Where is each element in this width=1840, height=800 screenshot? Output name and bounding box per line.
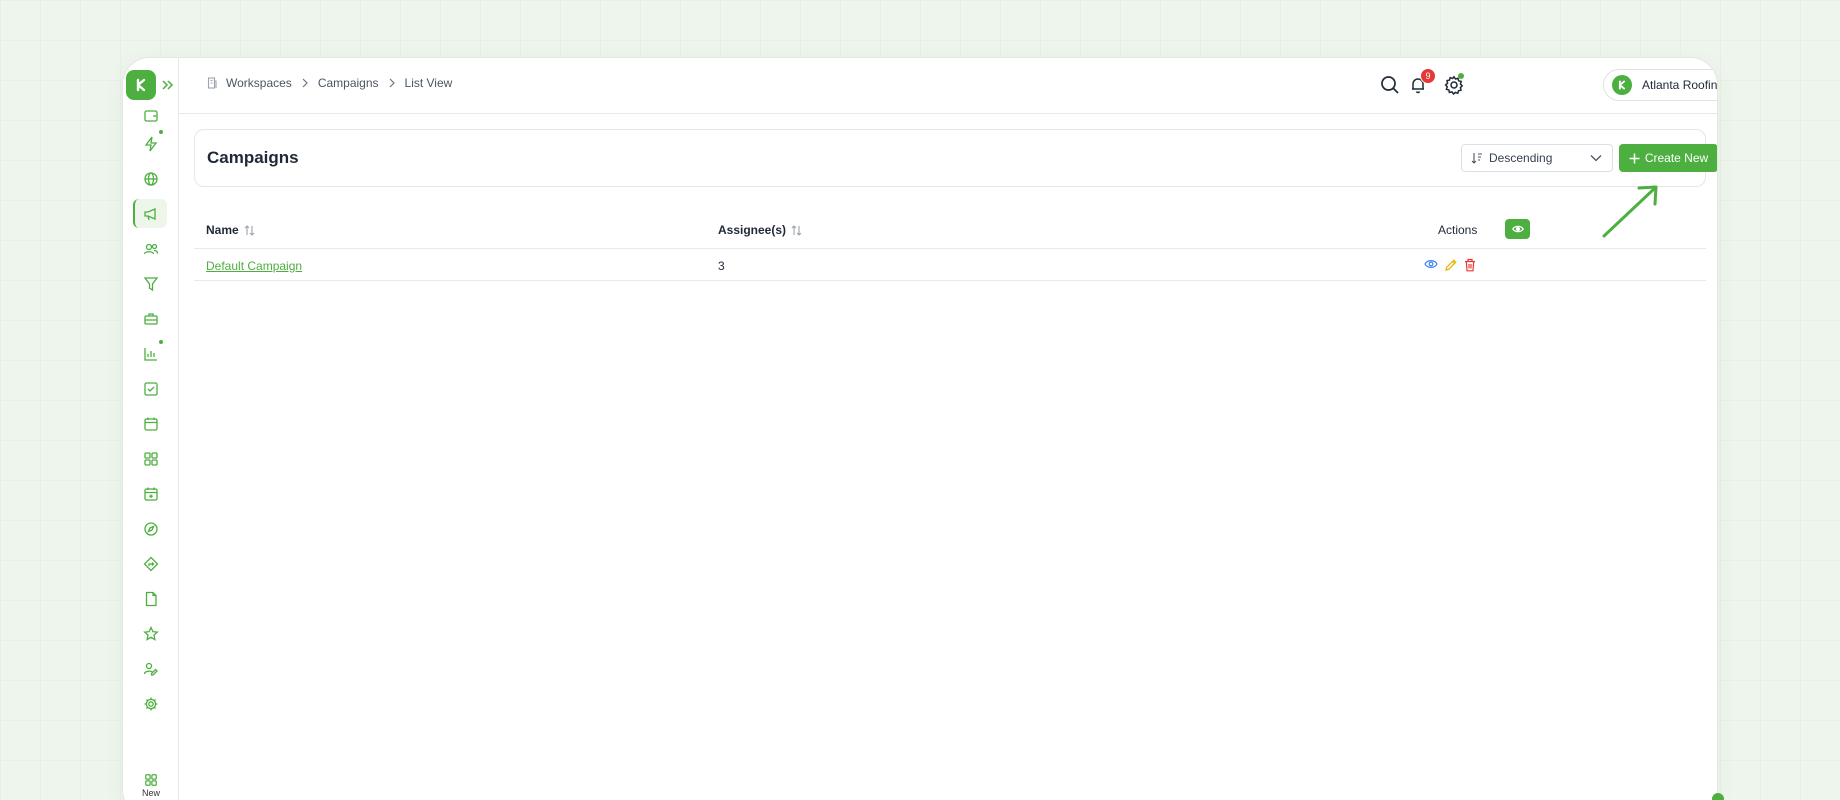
- checkbox-icon: [144, 381, 158, 396]
- table-row: Default Campaign 3: [194, 249, 1706, 281]
- chevron-right-icon: [302, 78, 308, 88]
- grid-icon: [144, 451, 158, 466]
- campaign-name-cell: Default Campaign: [206, 259, 302, 273]
- chevron-right-icon: [389, 78, 395, 88]
- bar-chart-icon: [144, 347, 157, 361]
- sidebar-item-jobs[interactable]: [123, 301, 179, 336]
- sidebar-item-explore[interactable]: [123, 511, 179, 546]
- sidebar-item-contacts[interactable]: [123, 231, 179, 266]
- expand-sidebar-icon[interactable]: [159, 71, 177, 99]
- workspace-select[interactable]: Atlanta Roofing: [1603, 69, 1718, 101]
- column-visibility-button[interactable]: [1505, 219, 1530, 239]
- sidebar-item-settings[interactable]: [123, 686, 179, 721]
- sort-descending-icon: [1471, 153, 1482, 164]
- sidebar-item-calendar[interactable]: [123, 406, 179, 441]
- sidebar-item-tasks[interactable]: [123, 371, 179, 406]
- status-dot: [158, 129, 164, 135]
- building-icon: [207, 77, 217, 89]
- row-actions: [1424, 258, 1476, 272]
- users-icon: [143, 243, 159, 254]
- user-edit-icon: [143, 662, 158, 676]
- trash-icon: [1465, 258, 1475, 272]
- star-icon: [143, 625, 159, 641]
- breadcrumb: Workspaces Campaigns List View: [206, 76, 452, 90]
- column-name-label: Name: [206, 223, 239, 237]
- document-icon: [145, 591, 157, 606]
- assignees-count: 3: [718, 259, 725, 273]
- gear-icon: [144, 697, 158, 710]
- sidebar-item-sites[interactable]: [123, 161, 179, 196]
- sidebar-item-reviews[interactable]: [123, 616, 179, 651]
- breadcrumb-workspaces[interactable]: Workspaces: [226, 76, 292, 90]
- help-bubble[interactable]: [1712, 793, 1724, 800]
- diamond-arrow-icon: [143, 556, 159, 571]
- top-bar: Workspaces Campaigns List View: [179, 58, 1717, 114]
- globe-icon: [144, 171, 158, 186]
- funnel-icon: [143, 276, 159, 291]
- search-icon: [1381, 76, 1399, 94]
- briefcase-icon: [144, 312, 158, 325]
- eye-icon: [1424, 260, 1438, 268]
- campaigns-table: Name Assignee(s) Actions Default Campaig…: [194, 210, 1706, 281]
- annotation-arrow-icon: [1602, 185, 1658, 238]
- campaign-name-link[interactable]: Default Campaign: [206, 259, 302, 273]
- sort-order-select[interactable]: Descending: [1461, 144, 1613, 172]
- notifications-button[interactable]: 9: [1408, 68, 1436, 95]
- breadcrumb-current: List View: [404, 76, 453, 90]
- plus-icon: [1629, 153, 1640, 163]
- column-assignees-label: Assignee(s): [718, 223, 787, 237]
- sort-order-label: Descending: [1489, 151, 1553, 165]
- breadcrumb-campaigns[interactable]: Campaigns: [318, 76, 379, 90]
- sidebar-item-team[interactable]: [123, 651, 179, 686]
- eye-icon: [1511, 225, 1524, 233]
- status-dot: [1458, 73, 1464, 79]
- edit-button[interactable]: [1444, 258, 1458, 272]
- chevron-down-icon: [1590, 155, 1602, 162]
- sort-icon: [244, 224, 255, 236]
- view-button[interactable]: [1424, 258, 1438, 272]
- sidebar-item-campaigns[interactable]: [123, 196, 179, 231]
- create-new-button[interactable]: Create New: [1619, 144, 1717, 172]
- sidebar-new-button[interactable]: New: [123, 773, 179, 798]
- workspace-name: Atlanta Roofing: [1642, 78, 1718, 92]
- search-button[interactable]: [1379, 74, 1401, 96]
- workspace-logo-icon: [1612, 75, 1632, 95]
- sidebar-new-label: New: [141, 788, 160, 798]
- sidebar-item-wallet[interactable]: [123, 106, 179, 126]
- megaphone-icon: [144, 207, 156, 220]
- delete-button[interactable]: [1464, 258, 1476, 272]
- column-header-actions: Actions: [1438, 223, 1477, 237]
- sidebar-item-documents[interactable]: [123, 581, 179, 616]
- sidebar-item-directions[interactable]: [123, 546, 179, 581]
- column-actions-label: Actions: [1438, 223, 1478, 237]
- sidebar-item-funnels[interactable]: [123, 266, 179, 301]
- app-window: New Workspaces Campaigns List View 9 Atl…: [122, 57, 1718, 800]
- page-header: Campaigns Descending Create New: [194, 129, 1717, 187]
- sidebar: New: [123, 58, 179, 800]
- notification-badge: 9: [1420, 68, 1436, 84]
- column-header-assignees[interactable]: Assignee(s): [718, 223, 803, 237]
- grid-icon: [145, 774, 157, 786]
- compass-icon: [144, 521, 158, 536]
- sidebar-item-apps[interactable]: [123, 441, 179, 476]
- pencil-icon: [1445, 259, 1457, 271]
- page-title: Campaigns: [207, 148, 299, 167]
- sidebar-item-reports[interactable]: [123, 336, 179, 371]
- sidebar-item-appointments[interactable]: [123, 476, 179, 511]
- sidebar-item-automation[interactable]: [123, 126, 179, 161]
- create-new-label: Create New: [1644, 151, 1709, 165]
- table-header: Name Assignee(s) Actions: [194, 210, 1706, 249]
- sort-icon: [791, 224, 802, 236]
- calendar-icon: [144, 417, 158, 431]
- column-header-name[interactable]: Name: [206, 223, 256, 237]
- calendar-plus-icon: [144, 487, 158, 501]
- settings-button[interactable]: [1443, 73, 1465, 96]
- lightning-icon: [144, 136, 158, 151]
- brand-logo-icon[interactable]: [126, 70, 156, 100]
- wallet-icon: [144, 110, 158, 122]
- status-dot: [158, 339, 164, 345]
